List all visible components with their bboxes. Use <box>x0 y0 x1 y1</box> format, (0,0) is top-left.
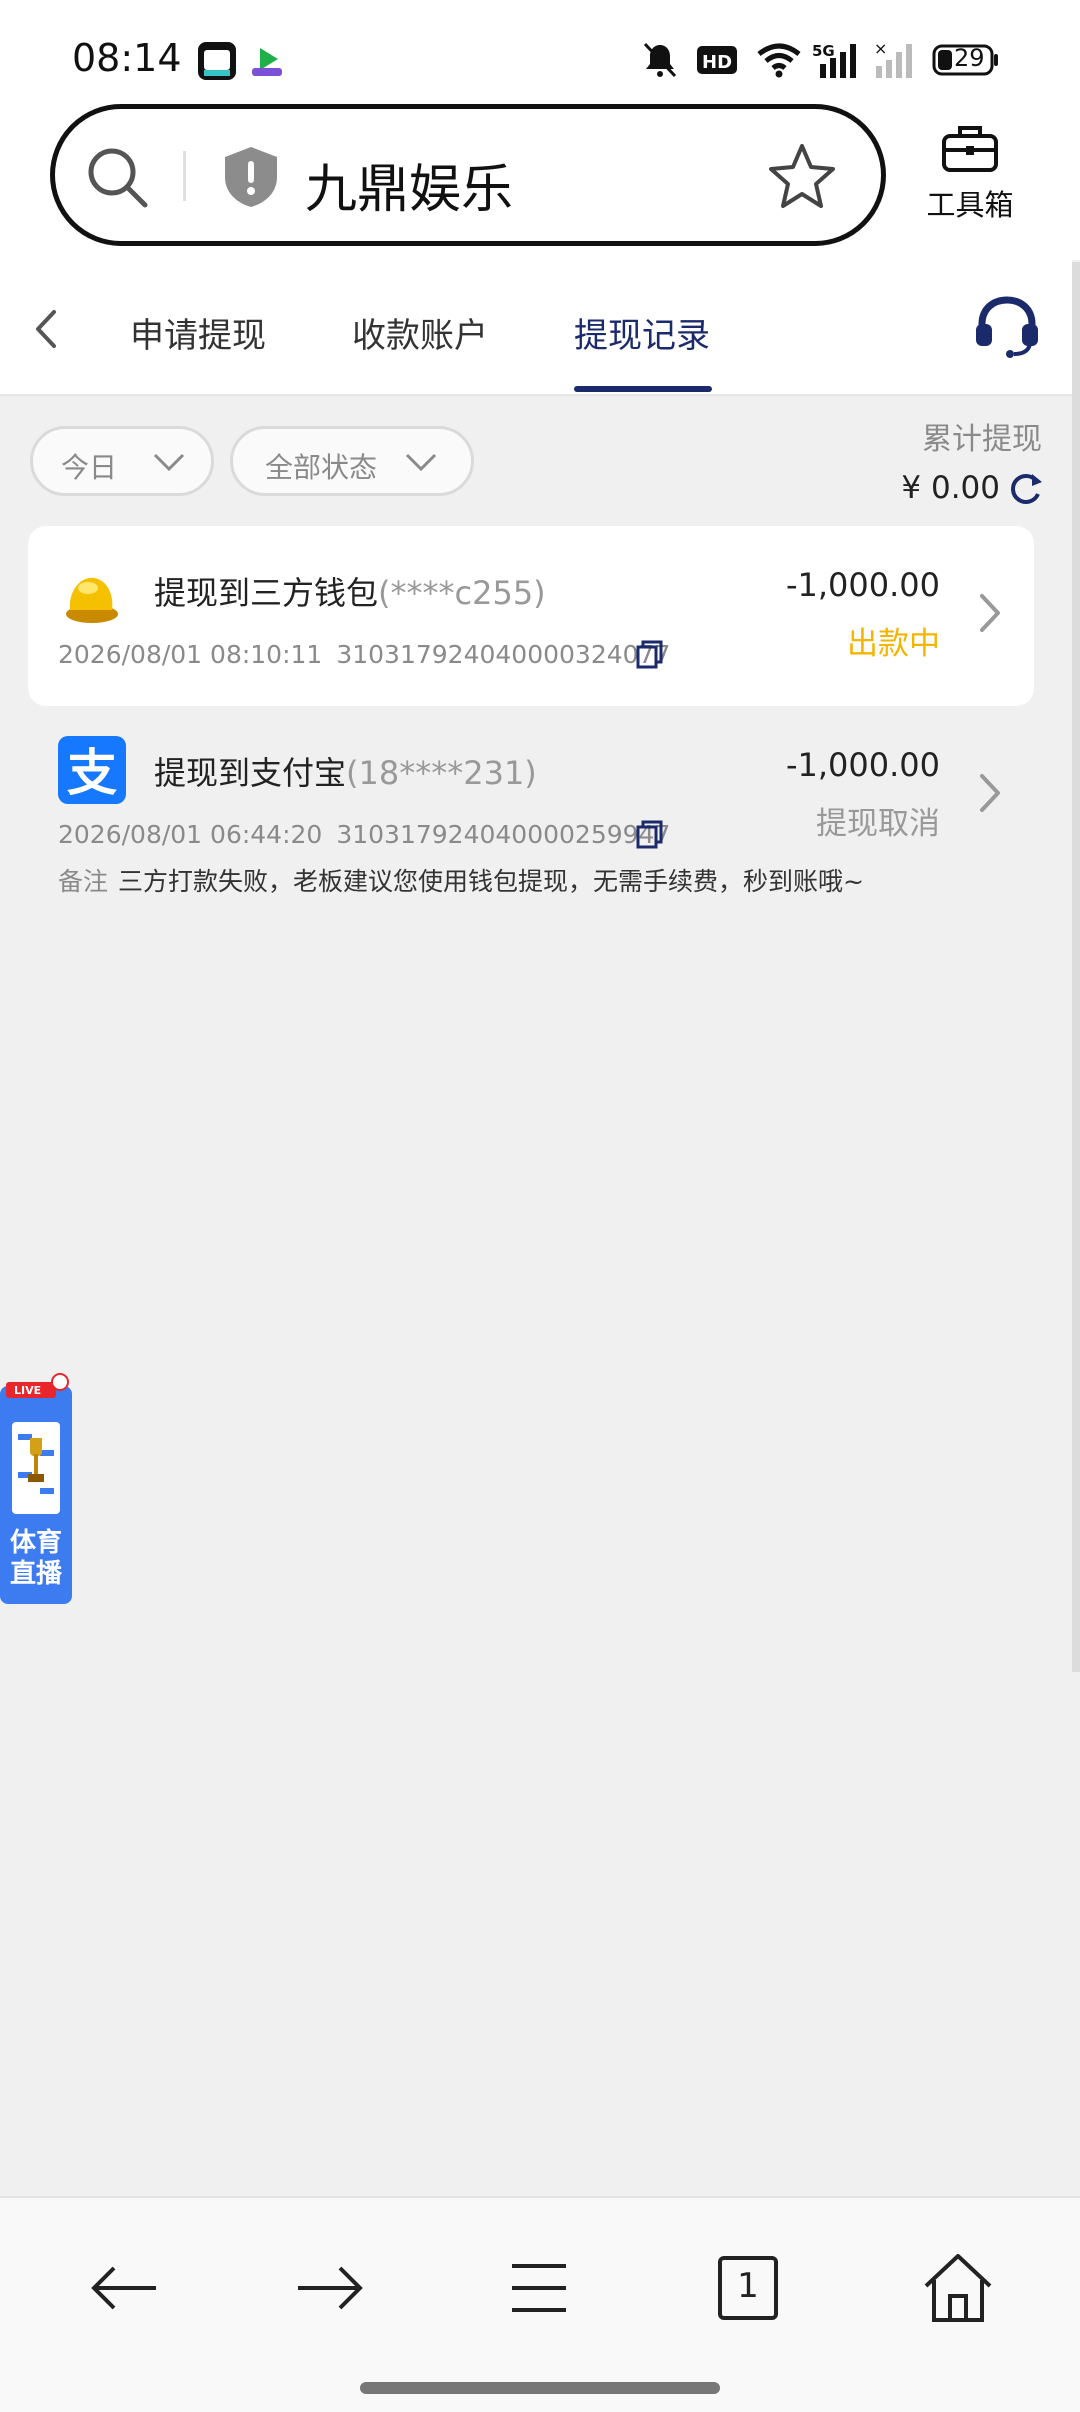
status-bar: 08:14 HD 5G × 29 <box>0 0 1080 100</box>
record-title: 提现到三方钱包(****c255) <box>154 568 546 614</box>
withdraw-record-item[interactable]: 提现到三方钱包(****c255) 2026/08/01 08:10:11 310… <box>28 526 1034 706</box>
network-label: 5G <box>812 42 835 60</box>
tab-apply-withdraw[interactable]: 申请提现 <box>130 308 266 357</box>
tabs-count-icon[interactable]: 1 <box>708 2248 788 2328</box>
withdraw-record-item[interactable]: 支 提现到支付宝(18****231) 2026/08/01 06:44:20 3… <box>28 706 1034 916</box>
alipay-icon: 支 <box>58 736 126 804</box>
record-account: (****c255) <box>378 574 546 612</box>
live-badge-line1: 体育 <box>9 1528 62 1558</box>
address-text[interactable]: 九鼎娱乐 <box>305 147 513 222</box>
battery-level: 29 <box>954 44 985 72</box>
back-chevron-icon[interactable] <box>26 304 66 358</box>
tab-bar: 申请提现 收款账户 提现记录 <box>0 260 1072 396</box>
record-datetime: 2026/08/01 06:44:20 <box>58 820 323 849</box>
signal-5g-icon: 5G <box>812 40 864 80</box>
search-icon[interactable] <box>85 145 151 215</box>
toolbox-icon <box>942 126 998 172</box>
sports-live-badge[interactable]: LIVE 体育 直播 <box>0 1372 72 1604</box>
record-account: (18****231) <box>346 754 537 792</box>
toolbox-button[interactable]: 工具箱 <box>920 122 1020 224</box>
record-amount: -1,000.00 <box>785 746 940 784</box>
page-scrollbar[interactable] <box>1072 262 1080 1672</box>
mute-icon <box>640 40 680 80</box>
customer-service-headset-icon[interactable] <box>972 294 1042 364</box>
record-title-text: 提现到支付宝 <box>154 754 347 792</box>
tabs-count: 1 <box>737 2266 759 2306</box>
battery-icon: 29 <box>932 40 1000 80</box>
forward-arrow-icon[interactable] <box>290 2248 370 2328</box>
wifi-icon <box>756 40 802 80</box>
record-note-text: 三方打款失败，老板建议您使用钱包提现，无需手续费，秒到账哦~ <box>118 867 864 896</box>
browser-bottom-nav: 1 <box>0 2196 1080 2412</box>
wallet-gold-icon <box>58 562 126 630</box>
status-filter-value: 全部状态 <box>265 451 378 484</box>
refresh-icon[interactable] <box>1006 470 1044 512</box>
copy-icon[interactable] <box>634 638 664 674</box>
video-app-notification-icon <box>248 42 286 80</box>
record-note: 备注 三方打款失败，老板建议您使用钱包提现，无需手续费，秒到账哦~ <box>58 862 864 898</box>
cumulative-withdraw-value: ¥ 0.00 <box>901 470 1000 506</box>
back-arrow-icon[interactable] <box>84 2248 164 2328</box>
record-title: 提现到支付宝(18****231) <box>154 748 537 794</box>
cumulative-withdraw-label: 累计提现 <box>922 422 1042 457</box>
svg-text:×: × <box>874 40 887 58</box>
record-meta: 2026/08/01 08:10:11 310317924040000324077 <box>58 640 670 669</box>
active-tab-indicator <box>574 386 712 392</box>
live-badge-line2: 直播 <box>9 1559 62 1589</box>
live-badge-label: 体育 直播 <box>0 1528 72 1590</box>
chevron-down-icon <box>153 453 185 472</box>
home-icon[interactable] <box>918 2248 998 2328</box>
record-order-id: 310317924040000259947 <box>336 820 671 849</box>
address-bar[interactable]: 九鼎娱乐 <box>50 104 886 246</box>
tab-payee-accounts[interactable]: 收款账户 <box>352 308 488 357</box>
record-order-id: 310317924040000324077 <box>336 640 671 669</box>
record-note-label: 备注 <box>58 867 109 896</box>
record-status-pending: 出款中 <box>847 626 940 662</box>
date-filter-dropdown[interactable]: 今日 <box>30 426 214 496</box>
chevron-right-icon[interactable] <box>974 588 1004 642</box>
date-filter-value: 今日 <box>61 451 118 484</box>
address-divider <box>183 151 186 201</box>
app-notification-icon <box>198 42 236 80</box>
chevron-right-icon[interactable] <box>974 768 1004 822</box>
security-shield-icon[interactable] <box>221 145 281 213</box>
record-status-cancelled: 提现取消 <box>816 806 940 842</box>
copy-icon[interactable] <box>634 818 664 854</box>
svg-text:HD: HD <box>702 52 732 73</box>
toolbox-label: 工具箱 <box>926 188 1014 222</box>
record-amount: -1,000.00 <box>785 566 940 604</box>
menu-icon[interactable] <box>500 2248 580 2328</box>
live-tag: LIVE <box>14 1384 41 1397</box>
gesture-home-indicator[interactable] <box>360 2382 720 2394</box>
status-filter-dropdown[interactable]: 全部状态 <box>230 426 474 496</box>
hd-icon: HD <box>696 40 738 80</box>
record-meta: 2026/08/01 06:44:20 310317924040000259947 <box>58 820 670 849</box>
signal-weak-icon: × <box>872 39 918 80</box>
status-time: 08:14 <box>72 36 182 80</box>
bookmark-star-icon[interactable] <box>767 141 837 215</box>
browser-toolbar: 九鼎娱乐 工具箱 <box>0 100 1080 260</box>
record-datetime: 2026/08/01 08:10:11 <box>58 640 323 669</box>
chevron-down-icon <box>405 453 437 472</box>
tab-withdraw-records[interactable]: 提现记录 <box>574 308 710 357</box>
svg-text:支: 支 <box>67 744 117 802</box>
record-title-text: 提现到三方钱包 <box>154 574 379 612</box>
